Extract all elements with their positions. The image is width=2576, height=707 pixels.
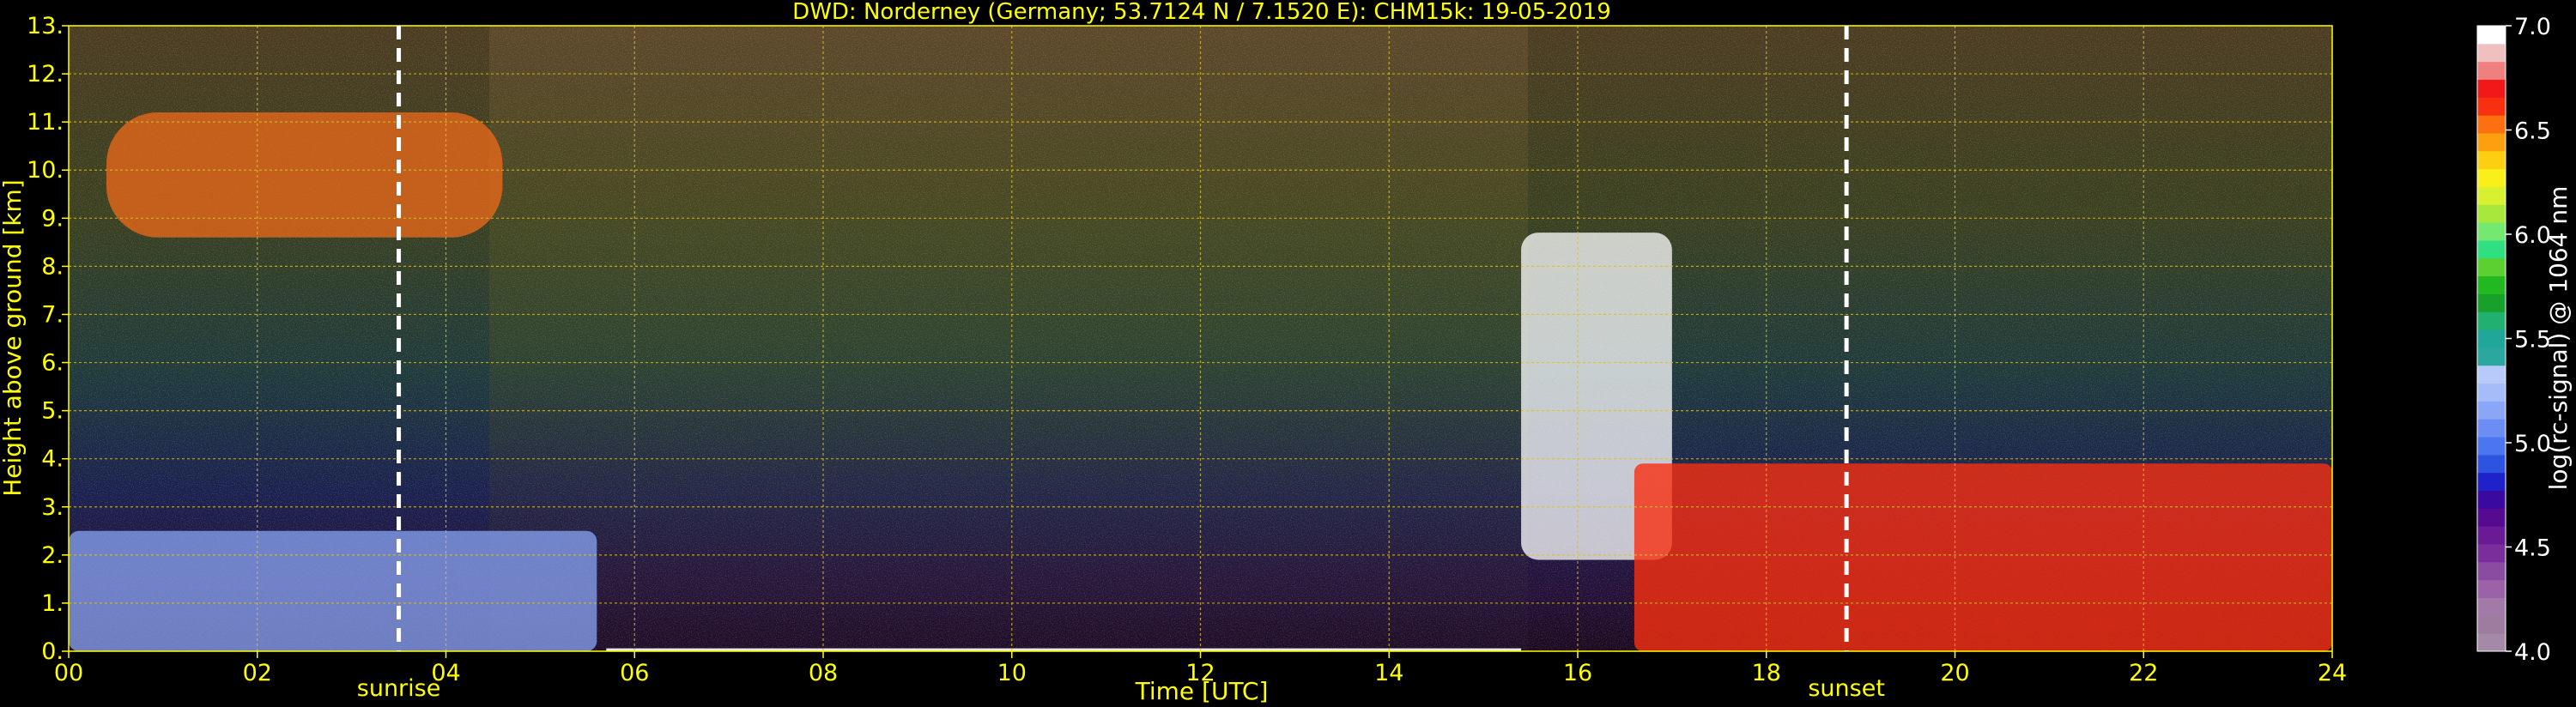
ceilometer-chart: DWD: Norderney (Germany; 53.7124 N / 7.1… <box>0 0 2573 705</box>
y-tick-label: 11. <box>27 109 64 136</box>
colorbar-segment <box>2477 437 2506 456</box>
x-tick-label: 06 <box>620 660 649 686</box>
colorbar-segment <box>2477 150 2506 170</box>
colorbar-segment <box>2477 347 2506 366</box>
colorbar-label: log(rc-signal) @ 1064 nm <box>2544 186 2573 491</box>
y-tick-label: 13. <box>27 13 64 39</box>
y-tick-label: 3. <box>41 494 64 521</box>
x-tick-label: 16 <box>1563 660 1592 686</box>
x-tick-label: 02 <box>243 660 272 686</box>
x-tick-label: 04 <box>431 660 460 686</box>
colorbar-segment <box>2477 186 2506 205</box>
x-tick-label: 08 <box>809 660 838 686</box>
y-tick-label: 6. <box>41 350 64 377</box>
feature-low-cloud-3 <box>1633 463 2332 651</box>
colorbar-segment <box>2477 579 2506 599</box>
colorbar-segment <box>2477 311 2506 330</box>
colorbar-segment <box>2477 329 2506 348</box>
x-tick-label: 10 <box>997 660 1027 686</box>
colorbar-segment <box>2477 222 2506 241</box>
y-tick-label: 5. <box>41 398 64 425</box>
colorbar-segment <box>2477 275 2506 294</box>
colorbar-segment <box>2477 526 2506 545</box>
colorbar-segment <box>2477 132 2506 152</box>
colorbar-tick-label: 6.5 <box>2514 118 2551 145</box>
x-tick-label: 14 <box>1374 660 1403 686</box>
y-tick-label: 9. <box>41 205 64 232</box>
colorbar-tick-label: 7.0 <box>2514 14 2551 40</box>
colorbar-segment <box>2477 61 2506 80</box>
y-tick-label: 4. <box>41 446 64 473</box>
colorbar-segment <box>2477 115 2506 134</box>
colorbar-segment <box>2477 97 2506 116</box>
feature-cirrus-0 <box>106 112 503 238</box>
y-tick-label: 0. <box>41 638 64 665</box>
colorbar-segment <box>2477 257 2506 277</box>
colorbar-segment <box>2477 419 2506 438</box>
colorbar-segment <box>2477 597 2506 616</box>
colorbar-tick-label: 4.0 <box>2514 639 2551 666</box>
sunrise-label: sunrise <box>357 675 441 702</box>
colorbar-segment <box>2477 168 2506 187</box>
colorbar-tick-label: 4.5 <box>2514 535 2551 562</box>
colorbar-segment <box>2477 26 2506 45</box>
y-tick-label: 2. <box>41 542 64 569</box>
colorbar-segment <box>2477 365 2506 384</box>
plot-area: sunrise sunset <box>68 25 2333 702</box>
colorbar-segment <box>2477 633 2506 652</box>
colorbar-segment <box>2477 508 2506 527</box>
colorbar-segment <box>2477 239 2506 259</box>
colorbar-segment <box>2477 383 2506 402</box>
y-axis-label: Height above ground [km] <box>0 179 27 497</box>
x-tick-label: 20 <box>1940 660 1969 686</box>
x-tick-label: 22 <box>2129 660 2158 686</box>
x-tick-label: 18 <box>1752 660 1781 686</box>
y-tick-label: 1. <box>41 590 64 617</box>
colorbar-segment <box>2477 401 2506 420</box>
x-axis-label: Time [UTC] <box>1135 677 1269 705</box>
sunset-label: sunset <box>1808 675 1885 702</box>
y-tick-label: 8. <box>41 253 64 280</box>
colorbar-segment <box>2477 79 2506 98</box>
chart-title: DWD: Norderney (Germany; 53.7124 N / 7.1… <box>792 0 1611 25</box>
y-tick-label: 12. <box>27 61 64 88</box>
colorbar-segment <box>2477 204 2506 223</box>
y-tick-label: 10. <box>27 157 64 184</box>
x-tick-label: 24 <box>2318 660 2347 686</box>
feature-boundary-layer-1 <box>69 530 597 651</box>
colorbar-segment <box>2477 293 2506 312</box>
colorbar-segment <box>2477 472 2506 492</box>
colorbar: 4.04.55.05.56.06.57.0 <box>2476 14 2551 666</box>
y-axis: 0. 1. 2. 3. 4. 5. 6. 7. 8. 9. 10. 11. 12. 13. <box>27 13 69 665</box>
colorbar-segment <box>2477 615 2506 634</box>
colorbar-segment <box>2477 544 2506 563</box>
colorbar-segment <box>2477 561 2506 581</box>
colorbar-segment <box>2477 43 2506 63</box>
colorbar-segment <box>2477 454 2506 474</box>
colorbar-segment <box>2477 490 2506 509</box>
y-tick-label: 7. <box>41 301 64 328</box>
